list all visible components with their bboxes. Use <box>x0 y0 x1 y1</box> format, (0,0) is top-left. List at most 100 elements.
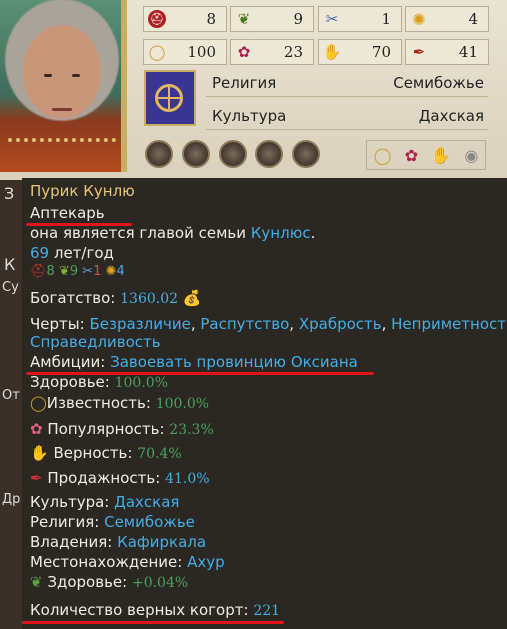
prominence-icon: ◯ <box>148 43 166 61</box>
stat-intrigue[interactable]: ✂ 1 <box>318 6 402 32</box>
cohorts-line: Количество верных когорт: 221 <box>30 601 280 619</box>
religion-banner[interactable] <box>144 70 196 126</box>
trait-link-2[interactable]: Распутство <box>200 315 289 333</box>
family-link[interactable]: Кунлюс <box>251 224 311 242</box>
trait-link-5[interactable]: Справедливость <box>30 333 161 351</box>
health-line: Здоровье: 100.0% <box>30 373 168 391</box>
stat-popularity[interactable]: ✿ 23 <box>230 39 314 65</box>
stat-martial[interactable]: ⛑ 8 <box>143 6 227 32</box>
religion-row[interactable]: Религия Семибожье <box>206 70 488 97</box>
actions-group[interactable]: ◯ ✿ ✋ ◉ <box>366 140 486 170</box>
stat-zeal[interactable]: ✺ 4 <box>405 6 489 32</box>
loyalty-mini-icon: ✋ <box>30 444 49 462</box>
stat-finesse-value: 9 <box>293 10 303 28</box>
loyalty-label: Верность: <box>53 444 133 462</box>
age-line: 69 лет/год <box>30 244 114 262</box>
religion-tt-line: Религия: Семибожье <box>30 513 195 531</box>
corruption-line: ✒ Продажность: 41.0% <box>30 469 210 487</box>
loyalty-value: 70.4% <box>137 446 182 462</box>
character-tooltip: Пурик Кунлю Аптекарь она является главой… <box>22 178 507 629</box>
culture-tt-value[interactable]: Дахская <box>114 493 179 511</box>
stat-martial-value: 8 <box>206 10 216 28</box>
mini-zeal-icon: ✺ <box>105 264 117 279</box>
stat-popularity-value: 23 <box>283 43 303 61</box>
ambition-label: Амбиции: <box>30 353 106 371</box>
mini-martial-icon: ⛑ <box>30 264 47 279</box>
left-fragment-3: Су <box>2 280 19 295</box>
mini-stats: ⛑8 ❦9 ✂1 ✺4 <box>30 264 125 279</box>
trait-link-1[interactable]: Безразличие <box>89 315 190 333</box>
trait-icon-1[interactable] <box>145 140 173 168</box>
holdings-value[interactable]: Кафиркала <box>117 533 206 551</box>
loyalty-action-icon[interactable]: ✋ <box>431 146 451 165</box>
family-line: она является главой семьи Кунлюс. <box>30 224 316 242</box>
culture-row[interactable]: Культура Дахская <box>206 103 488 130</box>
laurel-icon: ❦ <box>237 10 251 28</box>
popularity-action-icon[interactable]: ✿ <box>405 146 418 165</box>
portrait-eye-right <box>72 74 80 77</box>
wealth-label: Богатство: <box>30 289 116 307</box>
portrait-mouth <box>52 108 72 111</box>
zeal-icon: ✺ <box>412 9 426 29</box>
popularity-icon: ✿ <box>237 43 251 61</box>
corruption-label: Продажность: <box>47 469 161 487</box>
cohorts-label: Количество верных когорт: <box>30 601 249 619</box>
trait-link-3[interactable]: Храбрость <box>299 315 382 333</box>
stat-prominence[interactable]: ◯ 100 <box>143 39 227 65</box>
culture-label: Культура <box>212 107 287 125</box>
wealth-line: Богатство: 1360.02 💰 <box>30 289 202 307</box>
prominence-label: Известность: <box>46 394 151 412</box>
religion-tt-value[interactable]: Семибожье <box>104 513 195 531</box>
popularity-line: ✿ Популярность: 23.3% <box>30 420 214 438</box>
health-label: Здоровье: <box>30 373 110 391</box>
left-fragment-1: З <box>4 184 15 203</box>
stat-corruption[interactable]: ✒ 41 <box>405 39 489 65</box>
location-health-line: ❦ Здоровье: +0.04% <box>30 573 188 591</box>
location-value[interactable]: Ахур <box>187 553 225 571</box>
mini-finesse-icon: ❦ <box>58 264 70 279</box>
underlying-panel-strip: З К Су От Др <box>0 180 22 629</box>
underline-cohorts <box>22 621 284 624</box>
dharma-wheel-icon <box>155 84 183 112</box>
loyalty-line: ✋ Верность: 70.4% <box>30 444 182 462</box>
traits-label: Черты: <box>30 315 85 333</box>
location-health-icon: ❦ <box>30 573 43 591</box>
trait-icon-4[interactable] <box>255 140 283 168</box>
stat-loyalty-value: 70 <box>371 43 391 61</box>
mini-intrigue-value: 1 <box>93 264 102 279</box>
location-health-value: +0.04% <box>131 575 189 591</box>
intrigue-icon: ✂ <box>325 10 339 28</box>
trait-icon-5[interactable] <box>292 140 320 168</box>
mini-zeal-value: 4 <box>116 264 125 279</box>
stat-finesse[interactable]: ❦ 9 <box>230 6 314 32</box>
prominence-action-icon[interactable]: ◯ <box>374 146 392 165</box>
traits-line: Черты: Безразличие, Распутство, Храброст… <box>30 315 507 333</box>
culture-value: Дахская <box>418 107 484 125</box>
religion-tt-label: Религия: <box>30 513 100 531</box>
character-portrait[interactable] <box>0 0 127 172</box>
stat-intrigue-value: 1 <box>381 10 391 28</box>
trait-icon-2[interactable] <box>182 140 210 168</box>
trait-icon-3[interactable] <box>219 140 247 168</box>
health-value: 100.0% <box>114 375 168 391</box>
popularity-mini-icon: ✿ <box>30 420 43 438</box>
location-label: Местонахождение: <box>30 553 183 571</box>
holdings-line: Владения: Кафиркала <box>30 533 206 551</box>
bribe-action-icon[interactable]: ◉ <box>464 146 478 165</box>
culture-tt-line: Культура: Дахская <box>30 493 179 511</box>
age-suffix: лет/год <box>49 244 114 262</box>
stat-loyalty[interactable]: ✋ 70 <box>318 39 402 65</box>
trait-link-4[interactable]: Неприметность <box>391 315 507 333</box>
prominence-value: 100.0% <box>155 396 210 412</box>
corruption-value: 41.0% <box>165 471 210 487</box>
left-fragment-4: От <box>2 388 20 403</box>
ambition-value[interactable]: Завоевать провинцию Оксиана <box>110 353 358 371</box>
mini-martial-value: 8 <box>46 264 55 279</box>
character-job-title: Аптекарь <box>30 204 105 222</box>
cohorts-value: 221 <box>253 603 281 619</box>
location-line: Местонахождение: Ахур <box>30 553 225 571</box>
left-fragment-5: Др <box>2 492 21 507</box>
portrait-eye-left <box>44 74 52 77</box>
ambition-line: Амбиции: Завоевать провинцию Оксиана <box>30 353 358 371</box>
stat-zeal-value: 4 <box>468 10 478 28</box>
